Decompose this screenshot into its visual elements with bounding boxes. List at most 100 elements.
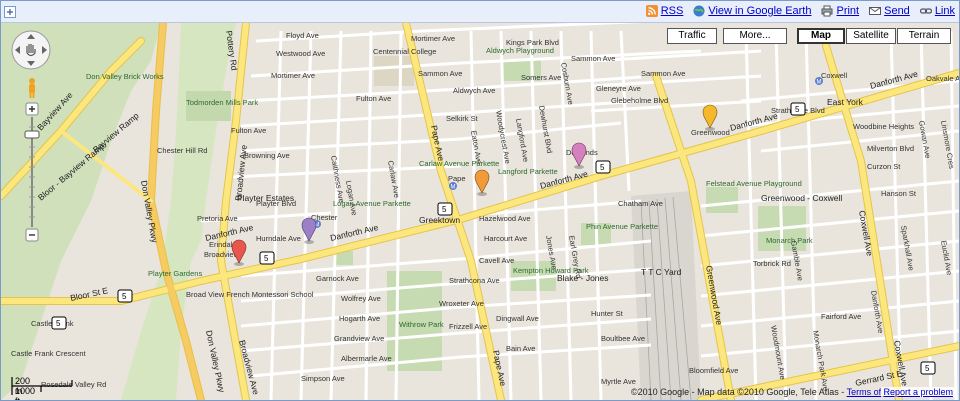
street-label: Harcourt Ave xyxy=(484,234,527,243)
mail-icon xyxy=(869,5,882,17)
place-label: Centennial College xyxy=(373,47,436,56)
street-label: Albermarle Ave xyxy=(341,354,392,363)
map-toolbar: RSS View in Google Earth Print Send Link xyxy=(1,1,959,23)
route-shield: 5 xyxy=(117,289,133,303)
place-label: Logan Avenue Parkette xyxy=(333,199,411,208)
place-label: Felstead Avenue Playground xyxy=(706,179,802,188)
street-label: Milverton Blvd xyxy=(867,144,914,153)
print-label: Print xyxy=(836,5,860,17)
centennial-campus xyxy=(374,56,414,86)
street-label: Somers Ave xyxy=(521,73,561,82)
place-label: Langford Parkette xyxy=(498,167,558,176)
street-label: Boultbee Ave xyxy=(601,334,645,343)
more-button[interactable]: More... xyxy=(723,28,787,44)
place-label: Blake - Jones xyxy=(557,273,609,283)
street-label: Hurndale Ave xyxy=(256,234,301,243)
zoom-in-button[interactable] xyxy=(25,102,39,116)
street-label: Wroxeter Ave xyxy=(439,299,484,308)
street-label: Hazelwood Ave xyxy=(479,214,531,223)
street-label: Strathcona Ave xyxy=(449,276,500,285)
svg-text:5: 5 xyxy=(56,319,61,328)
rss-link[interactable]: RSS xyxy=(645,5,684,17)
street-label: Simpson Ave xyxy=(301,374,345,383)
svg-text:5: 5 xyxy=(795,105,800,114)
map-type-map-button[interactable]: Map xyxy=(797,28,845,44)
svg-text:M: M xyxy=(451,185,456,191)
google-earth-link[interactable]: View in Google Earth xyxy=(693,5,811,17)
place-label: Aldwych Playground xyxy=(486,46,554,55)
pan-control[interactable] xyxy=(10,29,52,71)
svg-text:5: 5 xyxy=(925,364,930,373)
place-label: Greektown xyxy=(419,215,460,225)
street-label: Woodbine Heights xyxy=(853,122,914,131)
street-label: Bain Ave xyxy=(506,344,535,353)
street-label: Bloomfield Ave xyxy=(689,366,738,375)
route-shield: 5 xyxy=(51,316,67,330)
route-shield: 5 xyxy=(920,361,936,375)
street-label: Gleneyre Ave xyxy=(596,84,641,93)
link-label: Link xyxy=(934,5,955,17)
place-label: Coxwell xyxy=(821,71,848,80)
place-label: Phin Avenue Parkette xyxy=(586,222,658,231)
traffic-button[interactable]: Traffic xyxy=(667,28,717,44)
street-label: Dingwall Ave xyxy=(496,314,539,323)
street-label: Sammon Ave xyxy=(571,54,615,63)
street-label: Westwood Ave xyxy=(276,49,325,58)
place-label: Monarch Park xyxy=(766,236,813,245)
street-label: Grandview Ave xyxy=(334,334,384,343)
street-label: Fulton Ave xyxy=(231,126,266,135)
send-label: Send xyxy=(884,5,910,17)
place-label: Carlaw Avenue Parkette xyxy=(419,159,499,168)
map-type-terrain-button[interactable]: Terrain xyxy=(897,28,951,44)
street-label: Sammon Ave xyxy=(641,69,685,78)
place-label: Playter Gardens xyxy=(148,269,202,278)
svg-text:5: 5 xyxy=(264,254,269,263)
place-label: Pape xyxy=(448,174,466,183)
send-link[interactable]: Send xyxy=(869,5,910,17)
print-link[interactable]: Print xyxy=(821,5,859,17)
route-shield xyxy=(696,131,710,143)
street-label: Fulton Ave xyxy=(356,94,391,103)
place-label: Withrow Park xyxy=(399,320,444,329)
place-label: Todmorden Mills Park xyxy=(186,98,258,107)
street-label: Wolfrey Ave xyxy=(341,294,381,303)
svg-text:5: 5 xyxy=(442,205,447,214)
street-label: Myrtle Ave xyxy=(601,377,636,386)
place-label: Castle Frank Crescent xyxy=(11,349,87,358)
pegman-icon[interactable] xyxy=(29,78,35,98)
felstead-park xyxy=(706,187,738,213)
map-type-satellite-button[interactable]: Satellite xyxy=(846,28,896,44)
zoom-out-button[interactable] xyxy=(25,228,39,242)
street-label: Chester Hill Rd xyxy=(157,146,207,155)
place-label: Don Valley Brick Works xyxy=(86,72,164,81)
street-label: Hunter St xyxy=(591,309,624,318)
link-link[interactable]: Link xyxy=(919,5,955,17)
map-svg[interactable]: Danforth Ave Danforth Ave Danforth Ave D… xyxy=(1,23,959,400)
map-frame: RSS View in Google Earth Print Send Link xyxy=(0,0,960,401)
scale-imperial: 1000 ft xyxy=(15,386,36,401)
street-label: Pretoria Ave xyxy=(197,214,238,223)
zoom-control[interactable] xyxy=(24,77,40,249)
street-label: Hanson St xyxy=(881,189,917,198)
street-label: Torbrick Rd xyxy=(753,259,791,268)
svg-text:M: M xyxy=(817,80,822,86)
map-canvas[interactable]: Danforth Ave Danforth Ave Danforth Ave D… xyxy=(1,23,959,400)
place-label: Playter Estates xyxy=(237,193,294,203)
expand-icon[interactable] xyxy=(4,5,16,18)
print-icon xyxy=(821,5,833,17)
zoom-slider-handle[interactable] xyxy=(24,130,40,139)
route-shield: 5 xyxy=(259,251,275,265)
google-earth-icon xyxy=(693,5,705,17)
route-shield: 5 xyxy=(437,202,453,216)
street-label: Frizzell Ave xyxy=(449,322,487,331)
street-label: Oakvale Ave xyxy=(926,74,959,83)
street-label: Mortimer Ave xyxy=(271,71,315,80)
place-label: Broad View French Montessori School xyxy=(186,290,314,299)
report-problem-link[interactable]: Report a problem xyxy=(881,387,955,397)
place-label: Kings Park Blvd xyxy=(506,38,559,47)
street-label: Hogarth Ave xyxy=(339,314,380,323)
street-label: Floyd Ave xyxy=(286,31,319,40)
rss-label: RSS xyxy=(660,5,684,17)
street-label: Selkirk St xyxy=(446,114,479,123)
svg-text:5: 5 xyxy=(600,163,605,172)
